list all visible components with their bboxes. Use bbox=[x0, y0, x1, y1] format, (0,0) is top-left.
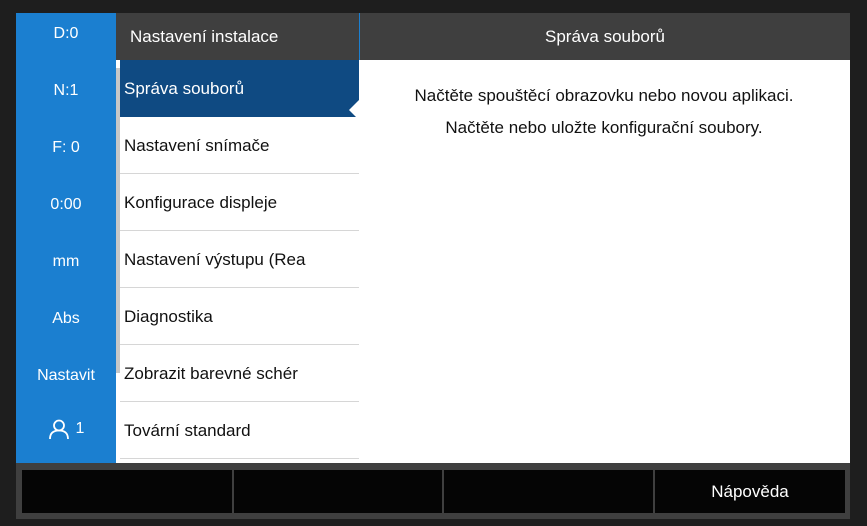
status-datum[interactable]: D:0 bbox=[16, 25, 116, 43]
status-mode[interactable]: Abs bbox=[16, 310, 116, 328]
status-units[interactable]: mm bbox=[16, 253, 116, 271]
status-feed[interactable]: F: 0 bbox=[16, 139, 116, 157]
device-bezel: D:0 N:1 F: 0 0:00 mm Abs Nastavit 1 Nast… bbox=[0, 0, 867, 526]
status-timer[interactable]: 0:00 bbox=[16, 196, 116, 214]
help-softkey[interactable]: Nápověda bbox=[655, 470, 845, 513]
user-number: 1 bbox=[75, 420, 85, 437]
settings-menu: Nastavení instalace Správa souborů Nasta… bbox=[116, 13, 359, 463]
softkey-bar: Nápověda bbox=[16, 463, 850, 519]
content-description: Načtěte spouštěcí obrazovku nebo novou a… bbox=[414, 86, 794, 137]
menu-item-output-settings[interactable]: Nastavení výstupu (Rea bbox=[116, 231, 359, 288]
menu-item-factory-default[interactable]: Tovární standard bbox=[116, 402, 359, 459]
menu-scrollbar[interactable] bbox=[116, 60, 120, 463]
menu-item-file-management[interactable]: Správa souborů bbox=[116, 60, 359, 117]
softkey-2[interactable] bbox=[234, 470, 442, 513]
status-bar: D:0 N:1 F: 0 0:00 mm Abs Nastavit 1 bbox=[16, 13, 116, 463]
selection-pointer-icon bbox=[349, 100, 359, 120]
menu-item-probe-settings[interactable]: Nastavení snímače bbox=[116, 117, 359, 174]
status-setup[interactable]: Nastavit bbox=[16, 367, 116, 385]
user-icon bbox=[48, 418, 70, 440]
menu-item-display-configuration[interactable]: Konfigurace displeje bbox=[116, 174, 359, 231]
menu-title: Nastavení instalace bbox=[116, 13, 359, 60]
status-user[interactable]: 1 bbox=[16, 418, 116, 440]
menu-item-diagnostics[interactable]: Diagnostika bbox=[116, 288, 359, 345]
content-panel: Správa souborů Načtěte spouštěcí obrazov… bbox=[359, 13, 850, 463]
content-title: Správa souborů bbox=[359, 13, 850, 60]
screen: D:0 N:1 F: 0 0:00 mm Abs Nastavit 1 Nast… bbox=[16, 13, 850, 519]
softkey-1[interactable] bbox=[22, 470, 232, 513]
menu-scroll-thumb[interactable] bbox=[116, 68, 120, 373]
menu-list: Správa souborů Nastavení snímače Konfigu… bbox=[116, 60, 359, 463]
menu-item-color-scheme[interactable]: Zobrazit barevné schér bbox=[116, 345, 359, 402]
status-tool[interactable]: N:1 bbox=[16, 82, 116, 100]
softkey-3[interactable] bbox=[444, 470, 653, 513]
